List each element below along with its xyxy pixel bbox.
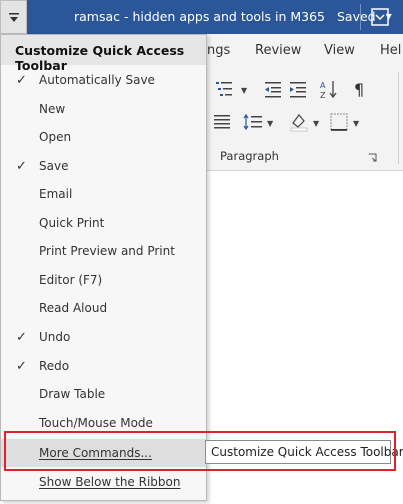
svg-text:A: A <box>320 81 326 90</box>
chevron-down-icon[interactable]: ▼ <box>353 119 359 128</box>
menu-item-label: More Commands... <box>39 446 152 460</box>
justify-icon[interactable] <box>211 111 233 133</box>
menu-item-label: Editor (F7) <box>39 273 103 287</box>
document-title: ramsac - hidden apps and tools in M365 <box>74 9 326 24</box>
sort-icon[interactable]: A Z <box>318 78 340 100</box>
menu-item-label: Redo <box>39 359 70 373</box>
menu-item-draw-table[interactable]: Draw Table <box>1 380 206 408</box>
menu-item-label: Open <box>39 130 72 144</box>
qat-dropdown-button[interactable] <box>0 0 27 34</box>
chevron-down-icon[interactable]: ▼ <box>267 119 273 128</box>
svg-text:Z: Z <box>320 91 326 100</box>
ribbon-display-options-icon[interactable] <box>370 7 390 27</box>
paragraph-group-label: Paragraph <box>220 149 279 163</box>
increase-indent-icon[interactable] <box>287 78 309 100</box>
title-bar: ramsac - hidden apps and tools in M365 S… <box>0 0 403 34</box>
menu-item-show-below-ribbon[interactable]: Show Below the Ribbon <box>1 468 206 496</box>
menu-item-print-preview[interactable]: Print Preview and Print <box>1 237 206 265</box>
dialog-launcher-icon[interactable] <box>368 151 377 162</box>
menu-item-label: Email <box>39 187 73 201</box>
menu-item-email[interactable]: Email <box>1 180 206 208</box>
menu-item-redo[interactable]: ✓ Redo <box>1 352 206 380</box>
menu-item-label: Touch/Mouse Mode <box>39 416 153 430</box>
menu-item-label: New <box>39 102 66 116</box>
menu-item-more-commands[interactable]: More Commands... <box>1 439 206 467</box>
menu-item-label: Draw Table <box>39 387 106 401</box>
tooltip: Customize Quick Access Toolbar <box>205 440 403 464</box>
svg-text:¶: ¶ <box>354 80 364 99</box>
title-separator <box>360 4 361 30</box>
chevron-down-icon[interactable]: ▼ <box>241 86 247 95</box>
checkmark-icon: ✓ <box>16 359 27 374</box>
tab-help[interactable]: Hel <box>380 43 401 58</box>
menu-item-label: Save <box>39 159 69 173</box>
ribbon-group-separator <box>398 72 399 164</box>
multilevel-list-icon[interactable] <box>214 78 236 100</box>
menu-header: Customize Quick Access Toolbar <box>1 35 206 73</box>
checkmark-icon: ✓ <box>16 73 27 88</box>
qat-dropdown-icon <box>9 13 19 22</box>
menu-item-undo[interactable]: ✓ Undo <box>1 323 206 351</box>
menu-item-label: Print Preview and Print <box>39 244 175 258</box>
checkmark-icon: ✓ <box>16 330 27 345</box>
chevron-down-icon[interactable]: ▼ <box>313 119 319 128</box>
menu-item-save[interactable]: ✓ Save <box>1 152 206 180</box>
decrease-indent-icon[interactable] <box>262 78 284 100</box>
checkmark-icon: ✓ <box>16 159 27 174</box>
shading-icon[interactable] <box>288 111 310 133</box>
tab-settings-partial[interactable]: ngs <box>207 43 230 58</box>
menu-item-touch-mouse-mode[interactable]: Touch/Mouse Mode <box>1 409 206 437</box>
menu-item-label: Automatically Save <box>39 73 155 87</box>
menu-item-label: Read Aloud <box>39 301 108 315</box>
line-spacing-icon[interactable] <box>242 111 264 133</box>
menu-item-label: Undo <box>39 330 71 344</box>
borders-icon[interactable] <box>328 111 350 133</box>
menu-item-label: Show Below the Ribbon <box>39 475 181 489</box>
menu-item-label: Quick Print <box>39 216 105 230</box>
tab-review[interactable]: Review <box>255 43 301 58</box>
menu-item-automatically-save[interactable]: ✓ Automatically Save <box>1 66 206 94</box>
menu-item-open[interactable]: Open <box>1 123 206 151</box>
menu-item-read-aloud[interactable]: Read Aloud <box>1 294 206 322</box>
pilcrow-icon[interactable]: ¶ <box>350 78 372 100</box>
menu-item-new[interactable]: New <box>1 95 206 123</box>
document-title-area[interactable]: ramsac - hidden apps and tools in M365 S… <box>74 9 392 24</box>
tab-view[interactable]: View <box>324 43 355 58</box>
qat-customize-menu: Customize Quick Access Toolbar ✓ Automat… <box>0 34 207 501</box>
menu-item-quick-print[interactable]: Quick Print <box>1 209 206 237</box>
menu-item-editor[interactable]: Editor (F7) <box>1 266 206 294</box>
